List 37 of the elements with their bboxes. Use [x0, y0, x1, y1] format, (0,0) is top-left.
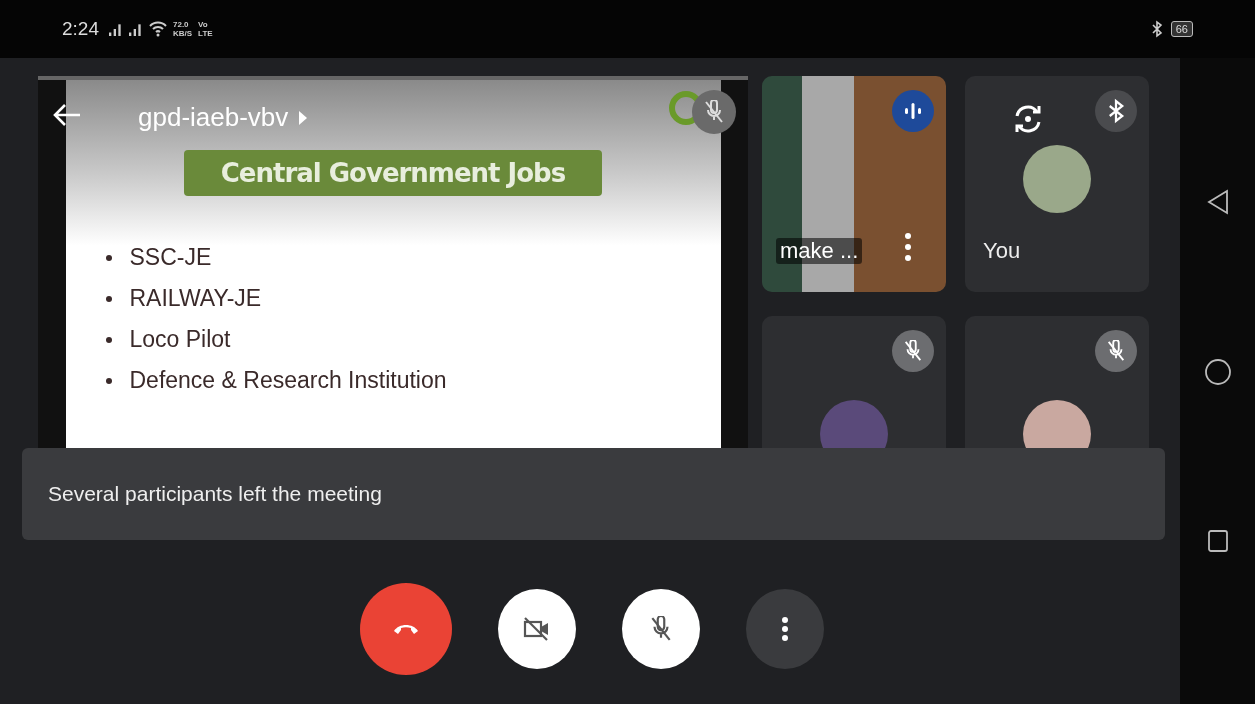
signal-icon: [129, 22, 143, 36]
bullet-dot: [105, 295, 112, 302]
bullet-text: RAILWAY-JE: [129, 285, 262, 312]
home-circle-icon[interactable]: [1203, 358, 1232, 386]
bullet-dot: [105, 336, 112, 343]
slide-heading: Central Government Jobs: [184, 150, 602, 196]
mic-off-icon: [702, 100, 726, 124]
audio-level-icon: [902, 100, 924, 122]
wifi-icon: [149, 21, 167, 37]
bullet-dot: [105, 377, 112, 384]
signal-icon: [109, 22, 123, 36]
back-arrow-icon[interactable]: [52, 102, 82, 128]
bullet-text: Loco Pilot: [129, 326, 231, 353]
bullet-text: SSC-JE: [129, 244, 212, 271]
mic-off-icon: [1105, 340, 1127, 362]
mic-off-icon: [902, 340, 924, 362]
camera-off-icon: [523, 616, 551, 642]
bullet-text: Defence & Research Institution: [129, 367, 447, 394]
participant-name: make ...: [776, 238, 863, 264]
more-dots-icon[interactable]: [904, 232, 912, 262]
bullet-dot: [105, 254, 112, 261]
notification-toast: Several participants left the meeting: [22, 448, 1165, 540]
back-triangle-icon[interactable]: [1205, 189, 1230, 216]
bluetooth-icon: [1106, 98, 1126, 124]
phone-icon: [393, 622, 419, 636]
lte-label: LTE: [198, 29, 213, 38]
network-speed-unit: KB/S: [173, 29, 193, 38]
more-dots-icon: [781, 616, 789, 642]
bluetooth-audio-button[interactable]: [1095, 90, 1137, 132]
caret-icon: [298, 109, 309, 126]
recents-square-icon[interactable]: [1205, 528, 1230, 553]
volte-label: Vo: [198, 20, 209, 29]
status-time: 2:24: [62, 18, 99, 40]
participant-name: You: [983, 238, 1021, 264]
battery-indicator: 66: [1170, 21, 1193, 37]
meeting-title[interactable]: gpd-iaeb-vbv: [138, 102, 289, 133]
network-speed: 72.0: [173, 20, 190, 29]
